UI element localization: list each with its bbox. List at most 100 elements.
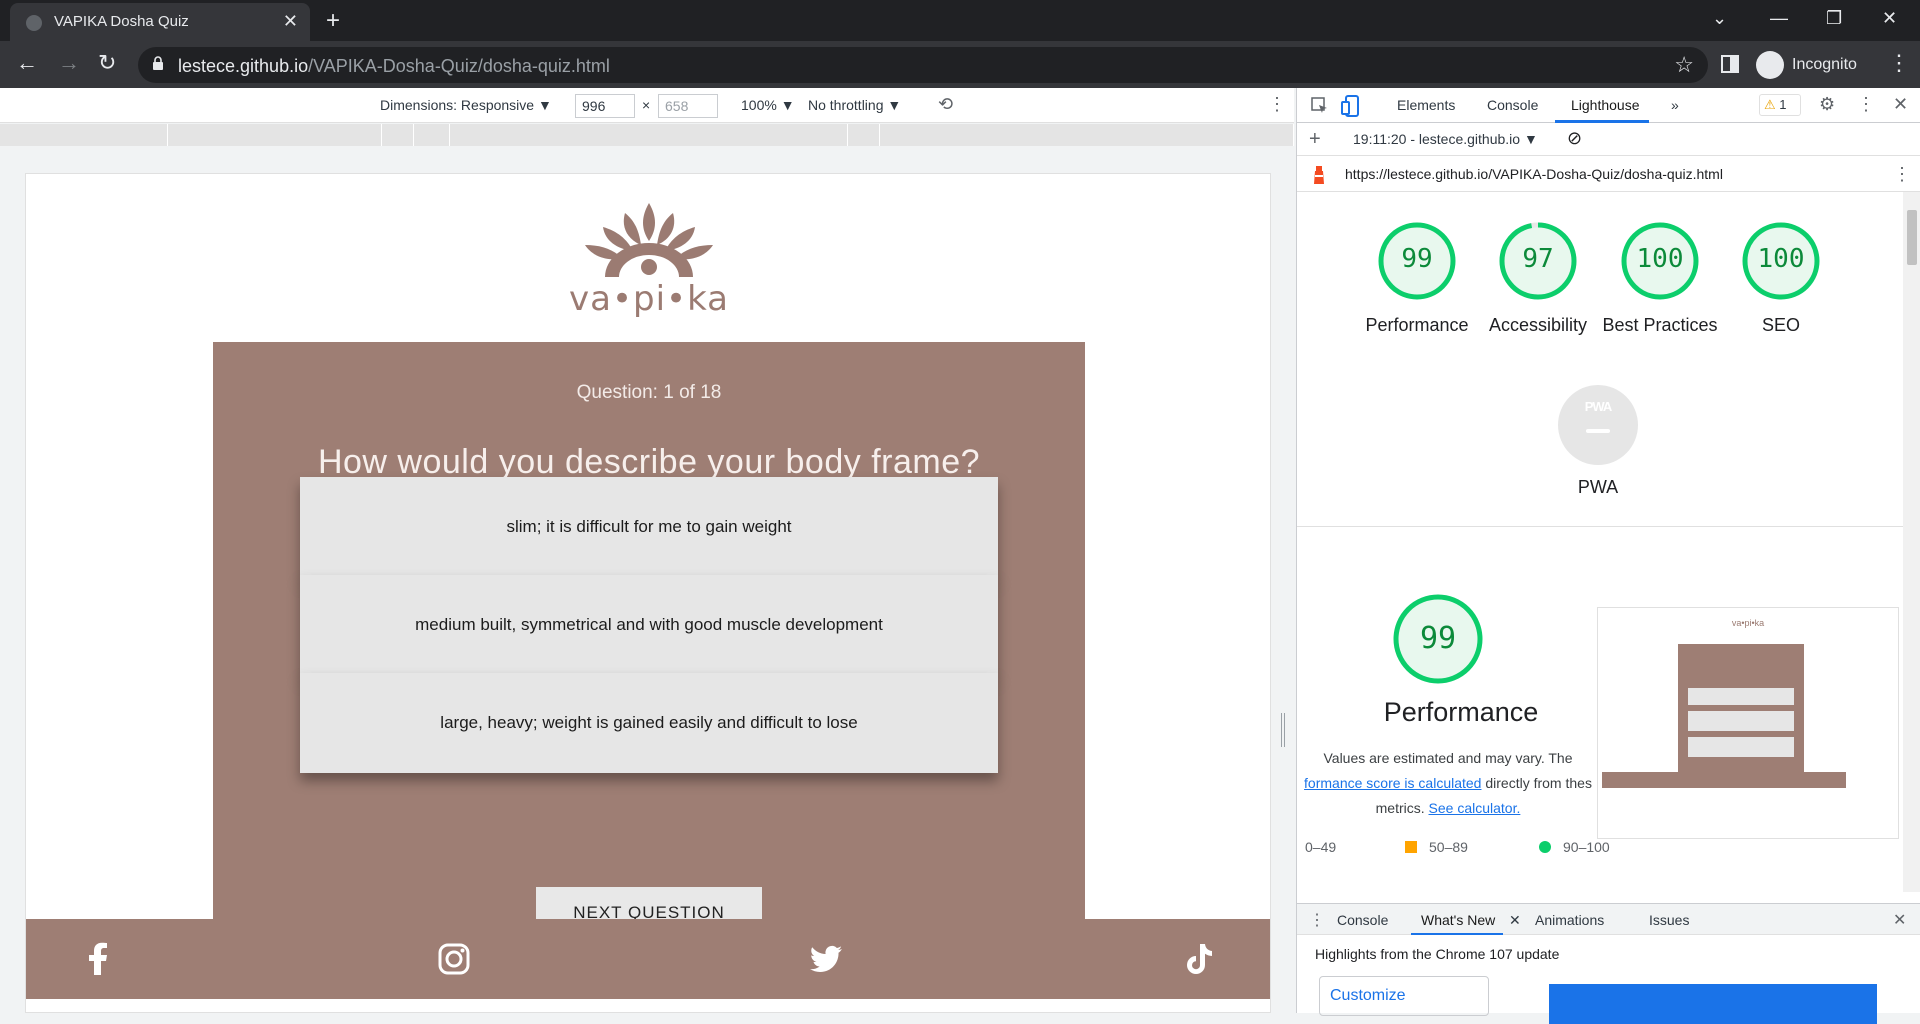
gauge-performance[interactable]: 99 [1377,221,1457,301]
tab-elements[interactable]: Elements [1397,97,1455,113]
drawer-tab-console[interactable]: Console [1337,912,1388,928]
drawer-tab-animations[interactable]: Animations [1535,912,1604,928]
facebook-icon[interactable] [78,939,118,979]
tab-console[interactable]: Console [1487,97,1538,113]
performance-note: Values are estimated and may vary. The f… [1293,746,1603,821]
zoom-select[interactable]: 100% ▼ [741,97,795,113]
new-tab-button[interactable]: + [326,7,340,35]
url-path: /VAPIKA-Dosha-Quiz/dosha-quiz.html [308,56,610,76]
pwa-badge[interactable]: PWA [1558,385,1638,465]
customize-button[interactable]: Customize [1319,976,1489,1016]
reload-icon[interactable]: ↻ [98,50,116,76]
forward-icon[interactable]: → [58,50,80,76]
mandala-logo-icon [585,203,713,277]
thumb-quiz-card [1678,644,1804,772]
device-toolbar: Dimensions: Responsive ▼ 996 × 658 100% … [0,88,1294,123]
gauge-performance-large: 99 [1392,593,1484,685]
back-icon[interactable]: ← [16,50,38,76]
twitter-icon[interactable] [806,939,846,979]
thumb-answer [1688,688,1794,705]
answer-option-3[interactable]: large, heavy; weight is gained easily an… [300,673,998,773]
rotate-icon[interactable]: ⟲ [938,94,953,115]
score-performance-large: 99 [1419,621,1457,656]
browser-tab[interactable]: VAPIKA Dosha Quiz ✕ [10,3,310,41]
instagram-icon[interactable] [434,939,474,979]
report-url-bar: https://lestece.github.io/VAPIKA-Dosha-Q… [1297,156,1920,192]
tiktok-icon[interactable] [1178,939,1218,979]
close-drawer-icon[interactable]: ✕ [1893,910,1906,930]
answer-option-1[interactable]: slim; it is difficult for me to gain wei… [300,477,998,577]
dimensions-select[interactable]: Dimensions: Responsive ▼ [380,97,552,113]
close-window-icon[interactable]: ✕ [1882,8,1897,29]
report-menu-icon[interactable]: ⋮ [1893,164,1911,185]
tab-search-icon[interactable]: ⌄ [1712,8,1727,29]
score-calculated-link[interactable]: formance score is calculated [1304,775,1481,791]
ruler-segment[interactable] [168,124,382,146]
viewport-area: va•pi•ka Question: 1 of 18 How would you… [0,146,1294,1013]
performance-heading: Performance [1383,697,1539,727]
more-tabs-button[interactable]: » [1671,97,1679,113]
tab-lighthouse[interactable]: Lighthouse [1571,97,1640,113]
whats-new-heading: Highlights from the Chrome 107 update [1315,946,1560,962]
thumb-logo: va•pi•ka [1731,618,1765,628]
gauge-best-practices[interactable]: 100 [1620,221,1700,301]
drawer-tab-issues[interactable]: Issues [1649,912,1689,928]
throttling-select[interactable]: No throttling ▼ [808,97,901,113]
drawer-tab-whats-new[interactable]: What's New [1421,912,1495,928]
browser-menu-icon[interactable]: ⋮ [1888,50,1910,76]
whats-new-banner[interactable] [1549,984,1877,1024]
score-performance: 99 [1401,244,1433,274]
gauge-seo[interactable]: 100 [1741,221,1821,301]
label-seo: SEO [1761,315,1800,335]
legend-fail: 0–49 [1305,839,1337,855]
close-tab-icon[interactable]: ✕ [283,11,298,32]
resize-handle[interactable] [1281,713,1285,747]
ruler-segment[interactable] [0,124,168,146]
ruler-segment[interactable] [450,124,848,146]
width-input[interactable]: 996 [575,94,635,118]
answer-option-2[interactable]: medium built, symmetrical and with good … [300,575,998,675]
legend-pass: 90–100 [1563,839,1610,855]
close-devtools-icon[interactable]: ✕ [1893,94,1908,115]
device-toolbar-menu-icon[interactable]: ⋮ [1268,94,1286,115]
screenshot-thumbnail[interactable]: va•pi•ka [1597,607,1899,839]
devtools-tab-bar: Elements Console Lighthouse » ⚠ 1 ⚙ ⋮ ✕ [1297,88,1920,123]
drawer-menu-icon[interactable]: ⋮ [1309,910,1325,930]
settings-gear-icon[interactable]: ⚙ [1819,94,1835,115]
bookmark-star-icon[interactable]: ☆ [1674,52,1694,78]
report-selector[interactable]: 19:11:20 - lestece.github.io ▼ [1353,131,1538,147]
whats-new-panel: Highlights from the Chrome 107 update Cu… [1297,936,1920,1024]
device-toggle-icon[interactable] [1341,95,1361,117]
performance-note-line1: Values are estimated and may vary. The [1323,750,1573,766]
ruler-segment[interactable] [414,124,450,146]
inspect-element-icon[interactable] [1311,97,1329,115]
scrollbar-thumb[interactable] [1907,210,1917,265]
label-accessibility: Accessibility [1488,315,1588,335]
side-panel-icon[interactable] [1720,54,1740,74]
label-performance: Performance [1365,315,1469,335]
report-url[interactable]: https://lestece.github.io/VAPIKA-Dosha-Q… [1345,166,1723,182]
clear-reports-icon[interactable]: ⊘ [1567,128,1582,149]
height-input[interactable]: 658 [658,94,718,118]
drawer-tab-bar: ⋮ Console What's New ✕ Animations Issues… [1297,903,1920,935]
minimize-icon[interactable]: — [1770,8,1788,29]
close-whats-new-icon[interactable]: ✕ [1509,912,1521,929]
quiz-card: Question: 1 of 18 How would you describe… [213,342,1085,937]
report-scrollbar[interactable] [1903,192,1920,892]
ruler-segment[interactable] [848,124,880,146]
ruler-segment[interactable] [382,124,414,146]
warnings-badge[interactable]: ⚠ 1 [1759,94,1801,116]
ruler-segment[interactable] [880,124,1294,146]
media-query-ruler[interactable] [0,124,1294,146]
vapika-logo[interactable]: va•pi•ka [569,199,729,319]
see-calculator-link[interactable]: See calculator. [1429,800,1521,816]
devtools-menu-icon[interactable]: ⋮ [1857,94,1875,115]
gauge-accessibility[interactable]: 97 [1498,221,1578,301]
lock-icon [153,56,163,70]
incognito-icon [1756,51,1784,79]
address-bar[interactable]: lestece.github.io/VAPIKA-Dosha-Quiz/dosh… [138,47,1708,83]
performance-note-line3: metrics. See calculator. [1293,796,1603,821]
new-report-icon[interactable]: + [1309,128,1321,151]
incognito-label: Incognito [1792,56,1857,73]
restore-icon[interactable]: ❐ [1826,8,1842,29]
